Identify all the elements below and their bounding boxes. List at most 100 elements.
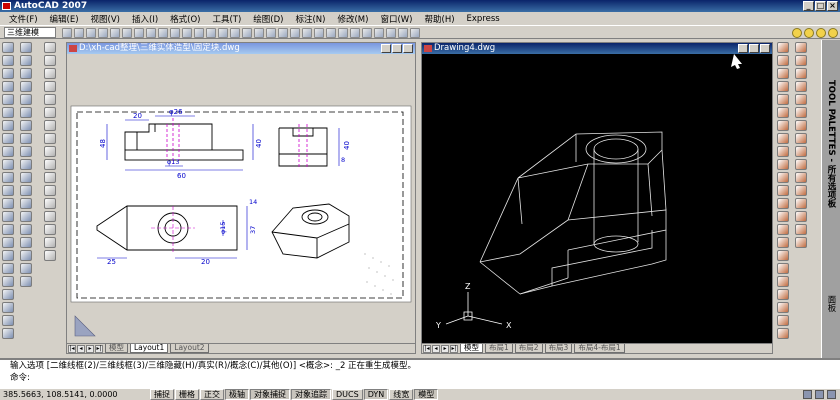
- open-icon[interactable]: [74, 28, 84, 38]
- dim-style-icon[interactable]: [777, 263, 789, 274]
- hatch-icon[interactable]: [20, 224, 32, 235]
- extrude-icon[interactable]: [2, 159, 14, 170]
- menu-window[interactable]: 窗口(W): [374, 13, 418, 25]
- close-button[interactable]: ×: [827, 1, 838, 11]
- quickcalc-icon[interactable]: [326, 28, 336, 38]
- aligned-dim-icon[interactable]: [777, 55, 789, 66]
- tool-palettes-icon[interactable]: [290, 28, 300, 38]
- tab-layout-1[interactable]: 布局1: [485, 344, 513, 353]
- rectangle-icon[interactable]: [20, 94, 32, 105]
- text-a-icon[interactable]: [44, 250, 56, 261]
- subtract-icon[interactable]: [2, 237, 14, 248]
- continue-icon[interactable]: [777, 172, 789, 183]
- layer-previous-icon[interactable]: [362, 28, 372, 38]
- snap-node-icon[interactable]: [795, 159, 807, 170]
- jogged-icon[interactable]: [777, 107, 789, 118]
- gradient-icon[interactable]: [20, 237, 32, 248]
- block-editor-icon[interactable]: [182, 28, 192, 38]
- tab-model[interactable]: 模型: [460, 344, 483, 353]
- tab-model[interactable]: 模型: [105, 344, 128, 353]
- snap-none-icon[interactable]: [795, 185, 807, 196]
- window-close-button[interactable]: [760, 44, 770, 53]
- array-icon[interactable]: [44, 94, 56, 105]
- ellipse-arc-icon[interactable]: [20, 172, 32, 183]
- menu-dimension[interactable]: 标注(N): [289, 13, 331, 25]
- mirror-icon[interactable]: [44, 68, 56, 79]
- model-svg[interactable]: Y X Z: [422, 54, 772, 344]
- cut-icon[interactable]: [134, 28, 144, 38]
- tolerance-icon[interactable]: [777, 198, 789, 209]
- table-icon[interactable]: [20, 263, 32, 274]
- zoom-window-icon[interactable]: [242, 28, 252, 38]
- polar-toggle[interactable]: 极轴: [225, 389, 249, 400]
- join-icon[interactable]: [44, 198, 56, 209]
- redo-icon[interactable]: [206, 28, 216, 38]
- zoom-previous-icon[interactable]: [254, 28, 264, 38]
- coordinate-readout[interactable]: 385.5663, 108.5141, 0.0000: [0, 390, 150, 399]
- ordinate-icon[interactable]: [777, 81, 789, 92]
- design-center-icon[interactable]: [278, 28, 288, 38]
- model-canvas[interactable]: Y X Z: [422, 54, 772, 343]
- preview-icon[interactable]: [110, 28, 120, 38]
- tab-nav-first[interactable]: |◂: [423, 344, 431, 353]
- zoom-realtime-icon[interactable]: [230, 28, 240, 38]
- section-icon[interactable]: [2, 328, 14, 339]
- snap-endpoint-icon[interactable]: [777, 289, 789, 300]
- ellipse-icon[interactable]: [20, 159, 32, 170]
- snap-midpoint-icon[interactable]: [777, 302, 789, 313]
- chamfer-icon[interactable]: [44, 211, 56, 222]
- menu-draw[interactable]: 绘图(D): [247, 13, 289, 25]
- move-icon[interactable]: [44, 107, 56, 118]
- layer-lock-icon[interactable]: [398, 28, 408, 38]
- save-icon[interactable]: [86, 28, 96, 38]
- render-icon[interactable]: [795, 211, 807, 222]
- menu-format[interactable]: 格式(O): [164, 13, 206, 25]
- markup-icon[interactable]: [314, 28, 324, 38]
- color-swatch-icon[interactable]: [828, 28, 838, 38]
- window-maximize-button[interactable]: [749, 44, 759, 53]
- snap-insert-icon[interactable]: [795, 146, 807, 157]
- 3d-move-icon[interactable]: [2, 263, 14, 274]
- box-icon[interactable]: [2, 42, 14, 53]
- point-icon[interactable]: [20, 211, 32, 222]
- linear-dim-icon[interactable]: [777, 42, 789, 53]
- construction-line-icon[interactable]: [20, 55, 32, 66]
- print-icon[interactable]: [98, 28, 108, 38]
- lock-toolbar-icon[interactable]: [815, 390, 824, 399]
- paste-icon[interactable]: [158, 28, 168, 38]
- snap-parallel-icon[interactable]: [795, 133, 807, 144]
- dim-edit-icon[interactable]: [777, 224, 789, 235]
- undo-icon[interactable]: [194, 28, 204, 38]
- multiline-text-icon[interactable]: [20, 276, 32, 287]
- tab-layout-3[interactable]: 布局3: [544, 344, 573, 353]
- offset-icon[interactable]: [44, 81, 56, 92]
- publish-icon[interactable]: [122, 28, 132, 38]
- drawing-window-title[interactable]: D:\xh-cad整理\三维实体造型\固定块.dwg: [67, 43, 415, 54]
- menu-insert[interactable]: 插入(I): [126, 13, 164, 25]
- menu-express[interactable]: Express: [461, 14, 506, 24]
- tab-layout-4[interactable]: 布局4-布局1: [574, 344, 625, 353]
- object-snap-icon[interactable]: [777, 276, 789, 287]
- tab-layout1[interactable]: Layout1: [130, 344, 169, 353]
- layout-canvas[interactable]: 20 φ26 48 40 φ13 60 40 8 25 20 37 φ15 14: [67, 54, 415, 344]
- tool-palette-label[interactable]: TOOL PALETTES - 所有选项板: [825, 80, 837, 208]
- snap-toggle[interactable]: 捕捉: [150, 389, 174, 400]
- sheet-set-icon[interactable]: [302, 28, 312, 38]
- sun-icon[interactable]: [804, 28, 814, 38]
- stretch-icon[interactable]: [44, 146, 56, 157]
- minimize-button[interactable]: _: [803, 1, 814, 11]
- circle-icon[interactable]: [20, 120, 32, 131]
- tab-nav-prev[interactable]: ◂: [432, 344, 440, 353]
- revision-cloud-icon[interactable]: [20, 133, 32, 144]
- menu-tools[interactable]: 工具(T): [206, 13, 247, 25]
- tab-nav-last[interactable]: ▸|: [450, 344, 458, 353]
- tab-layout2[interactable]: Layout2: [170, 344, 209, 353]
- help-icon[interactable]: [338, 28, 348, 38]
- copy-icon[interactable]: [146, 28, 156, 38]
- tab-nav-prev[interactable]: ◂: [77, 344, 85, 353]
- magnet-icon[interactable]: [777, 328, 789, 339]
- layer-freeze-icon[interactable]: [386, 28, 396, 38]
- loft-icon[interactable]: [2, 211, 14, 222]
- 3d-array-icon[interactable]: [2, 302, 14, 313]
- snap-tangent-icon[interactable]: [795, 107, 807, 118]
